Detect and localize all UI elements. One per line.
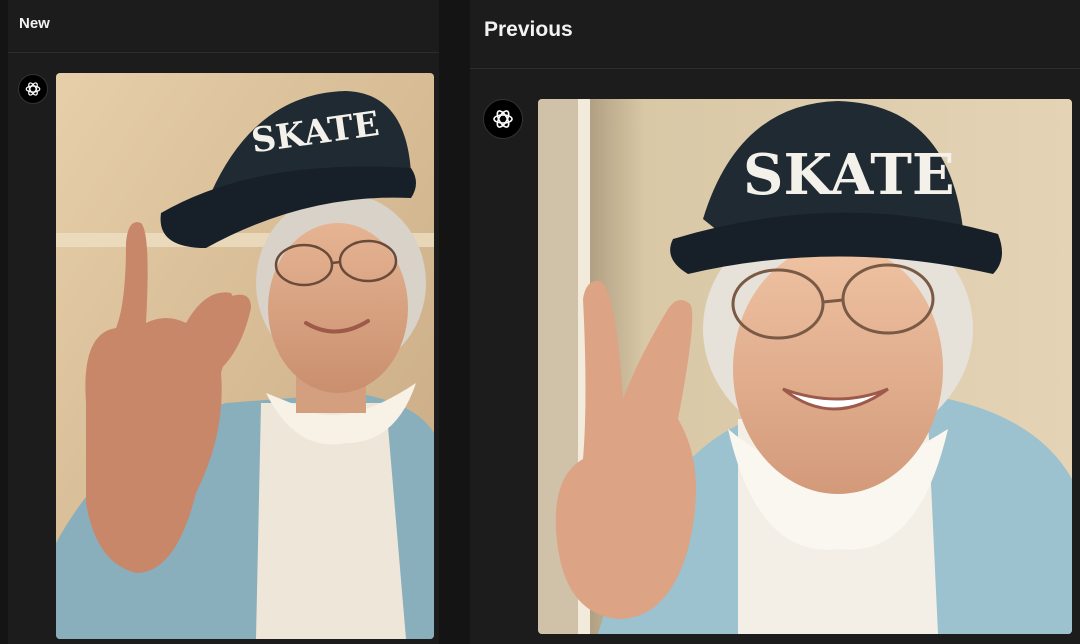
openai-logo-icon (18, 74, 48, 104)
generated-image-new[interactable]: SKATE (56, 73, 434, 639)
panel-previous-header: Previous (470, 0, 1080, 69)
panel-previous: Previous SKATE (470, 0, 1080, 644)
panel-previous-title: Previous (484, 18, 573, 41)
generated-image-previous[interactable]: SKATE (538, 99, 1072, 634)
panel-new-title: New (19, 15, 50, 32)
panel-new: New SKATE (8, 0, 439, 644)
panel-new-header: New (8, 0, 439, 53)
openai-logo-icon (483, 99, 523, 139)
cap-lettering: SKATE (743, 142, 955, 208)
